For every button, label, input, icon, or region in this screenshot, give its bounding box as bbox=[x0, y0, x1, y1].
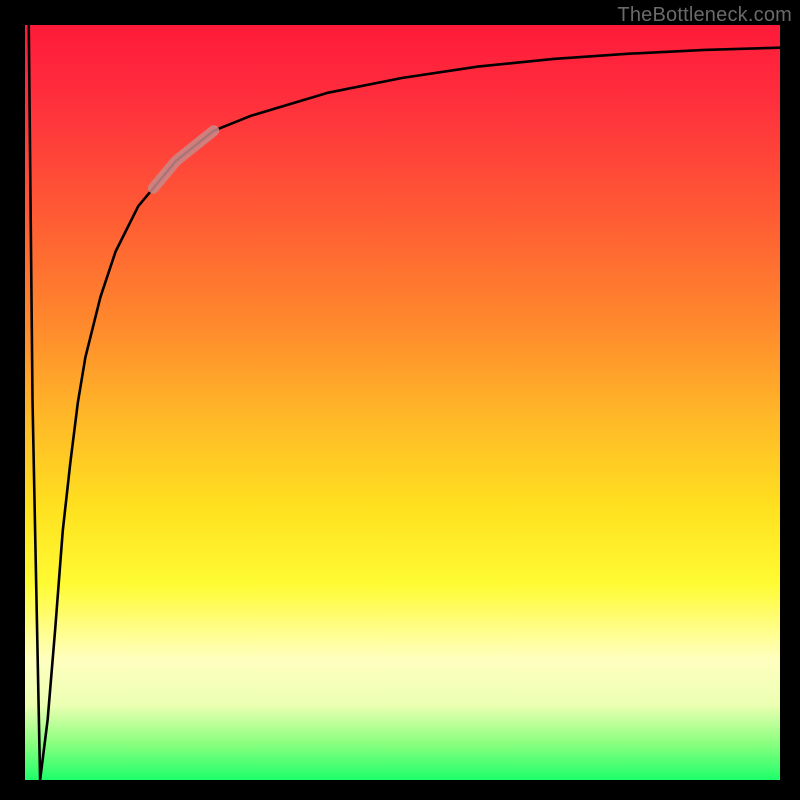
chart-frame: TheBottleneck.com bbox=[0, 0, 800, 800]
watermark-text: TheBottleneck.com bbox=[617, 4, 792, 27]
plot-gradient-background bbox=[25, 25, 780, 780]
